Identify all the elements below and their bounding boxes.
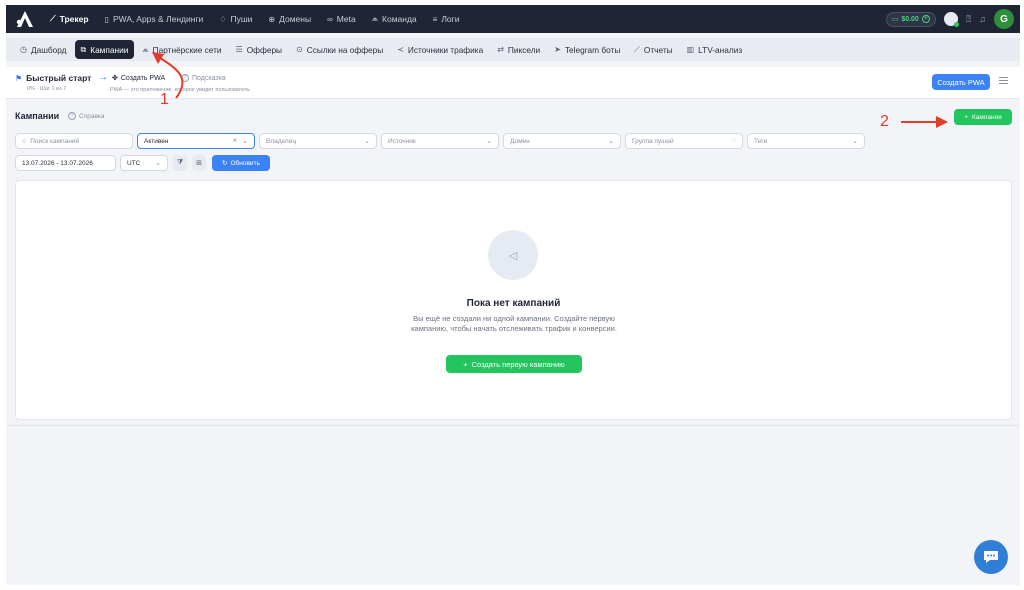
bell-icon: ♢ [219, 14, 227, 24]
add-funds-icon: + [921, 15, 930, 23]
empty-state-title: Пока нет кампаний [466, 298, 561, 309]
share-icon: ≺ [397, 45, 404, 54]
status-select[interactable]: Активен × ⌄ [137, 133, 255, 149]
android-icon: ✤ [112, 75, 118, 82]
topnav-meta[interactable]: ∞ Meta [319, 5, 364, 33]
plus-icon: + [964, 113, 969, 121]
columns-icon[interactable]: ⊞ [192, 155, 206, 171]
wallet-icon: ▭ [891, 16, 899, 23]
quickstart-hint[interactable]: ? Подсказка [181, 74, 226, 82]
tags-select[interactable]: Теги ⌄ [747, 133, 865, 149]
clear-icon[interactable]: × [232, 136, 237, 145]
chat-icon [984, 551, 998, 563]
create-pwa-button[interactable]: Создать PWA [932, 74, 990, 90]
quickstart-step[interactable]: ✤ Создать PWA [112, 74, 165, 83]
chevron-down-icon: ⌄ [242, 138, 248, 145]
filter-icon[interactable]: ⧩ [173, 155, 187, 171]
bar-chart-icon: ▥ [686, 45, 695, 54]
topnav-logs[interactable]: ≡ Логи [425, 5, 468, 33]
swap-icon: ⇄ [497, 45, 504, 54]
subnav-pixels[interactable]: ⇄ Пиксели [491, 40, 546, 59]
page-title: Кампании [15, 111, 60, 121]
menu-icon[interactable] [999, 77, 1008, 85]
chat-button[interactable] [974, 540, 1008, 574]
quickstart-title[interactable]: ⚑ Быстрый старт [15, 73, 91, 83]
topnav-team[interactable]: ⩕ Команда [364, 5, 425, 33]
help-link[interactable]: ? Справка [68, 112, 105, 120]
date-range-picker[interactable]: 13.07.2026 - 13.07.2026 [15, 155, 116, 171]
telegram-icon: ➤ [554, 45, 561, 54]
loading-icon: ◌ [731, 137, 736, 144]
stack-icon: ☰ [235, 45, 243, 54]
subnav-ltv-analysis[interactable]: ▥ LTV-анализ [681, 40, 749, 59]
logo[interactable] [12, 5, 38, 33]
campaigns-panel: ◁ Пока нет кампаний Вы ещё не создали ни… [15, 180, 1012, 420]
megaphone-icon: ◁ [488, 230, 538, 280]
subnav-offer-links[interactable]: ⊙ Ссылки на офферы [290, 40, 389, 59]
empty-state-text: Вы ещё не создали ни одной кампании. Соз… [411, 314, 617, 333]
annotation-label-1: 1 [160, 91, 169, 108]
search-icon: ○ [22, 137, 27, 145]
refresh-icon: ↻ [222, 160, 228, 167]
subnav-reports[interactable]: ⟋ Отчеты [628, 40, 678, 59]
subnav-affiliate-networks[interactable]: ⩕ Партнёрские сети [136, 40, 227, 59]
logo-icon [16, 11, 33, 27]
chevron-down-icon: ⌄ [852, 138, 858, 145]
meta-icon: ∞ [327, 14, 333, 24]
top-nav: ⟋ Трекер ▯ PWA, Apps & Лендинги ♢ Пуши ⊕… [6, 5, 1020, 33]
bot-status-icon[interactable] [943, 12, 959, 27]
topnav-domains[interactable]: ⊕ Домены [260, 5, 319, 33]
create-first-campaign-button[interactable]: + Создать первую кампанию [446, 355, 582, 373]
topnav-push[interactable]: ♢ Пуши [211, 5, 260, 33]
chevron-down-icon: ⌄ [486, 138, 492, 145]
report-icon: ⟋ [634, 44, 640, 54]
clock-icon: ◷ [20, 45, 27, 54]
globe-icon: ⊕ [268, 14, 276, 24]
owner-select[interactable]: Владелец ⌄ [259, 133, 377, 149]
question-icon: ? [68, 112, 76, 120]
balance-badge[interactable]: ▭ $0.00 + [885, 11, 936, 27]
people-icon: ⩕ [142, 44, 149, 54]
list-icon: ≡ [432, 14, 438, 24]
quickstart-bar: ⚑ Быстрый старт 0% · Шаг 1 из 7 → ✤ Созд… [6, 67, 1020, 99]
help-icon[interactable]: ⍰ [966, 14, 971, 25]
flag-icon: ⚑ [15, 73, 23, 83]
quickstart-progress: 0% · Шаг 1 из 7 [27, 86, 67, 92]
edit-icon: ⧉ [80, 44, 87, 54]
chevron-down-icon: ⌄ [364, 138, 370, 145]
quickstart-description: PWA — это приложение, которое увидит пол… [110, 87, 251, 93]
page-background [6, 425, 1020, 585]
add-campaign-button[interactable]: + Кампания [954, 109, 1012, 125]
domain-select[interactable]: Домен ⌄ [503, 133, 621, 149]
question-icon: ? [181, 74, 189, 82]
notification-bell-icon[interactable]: ♫ [979, 14, 986, 24]
search-input[interactable]: ○ Поиск кампаний [15, 133, 133, 149]
timezone-select[interactable]: UTC ⌄ [120, 155, 168, 171]
subnav-telegram-bots[interactable]: ➤ Telegram боты [548, 40, 626, 59]
subnav-campaigns[interactable]: ⧉ Кампании [74, 40, 135, 59]
subnav-dashboard[interactable]: ◷ Дашборд [14, 40, 73, 59]
pin-icon: ⊙ [296, 45, 303, 54]
push-group-select[interactable]: Группа пушей ◌ [625, 133, 743, 149]
topnav-tracker[interactable]: ⟋ Трекер [42, 5, 97, 33]
subnav-offers[interactable]: ☰ Офферы [230, 40, 288, 59]
app-frame: ⟋ Трекер ▯ PWA, Apps & Лендинги ♢ Пуши ⊕… [6, 5, 1020, 585]
source-select[interactable]: Источник ⌄ [381, 133, 499, 149]
trend-icon: ⟋ [50, 14, 56, 23]
annotation-label-2: 2 [880, 113, 889, 130]
topnav-pwa[interactable]: ▯ PWA, Apps & Лендинги [97, 5, 212, 33]
refresh-button[interactable]: ↻ Обновить [212, 155, 270, 171]
subnav-traffic-sources[interactable]: ≺ Источники трафика [391, 40, 489, 59]
sub-nav: ◷ Дашборд ⧉ Кампании ⩕ Партнёрские сети … [6, 38, 1020, 61]
avatar[interactable]: G [994, 9, 1014, 29]
arrow-right-icon: → [98, 72, 108, 83]
chevron-down-icon: ⌄ [155, 160, 161, 167]
team-icon: ⩕ [371, 14, 379, 23]
chevron-down-icon: ⌄ [608, 138, 614, 145]
plus-icon: + [463, 359, 468, 369]
phone-icon: ▯ [104, 14, 109, 24]
